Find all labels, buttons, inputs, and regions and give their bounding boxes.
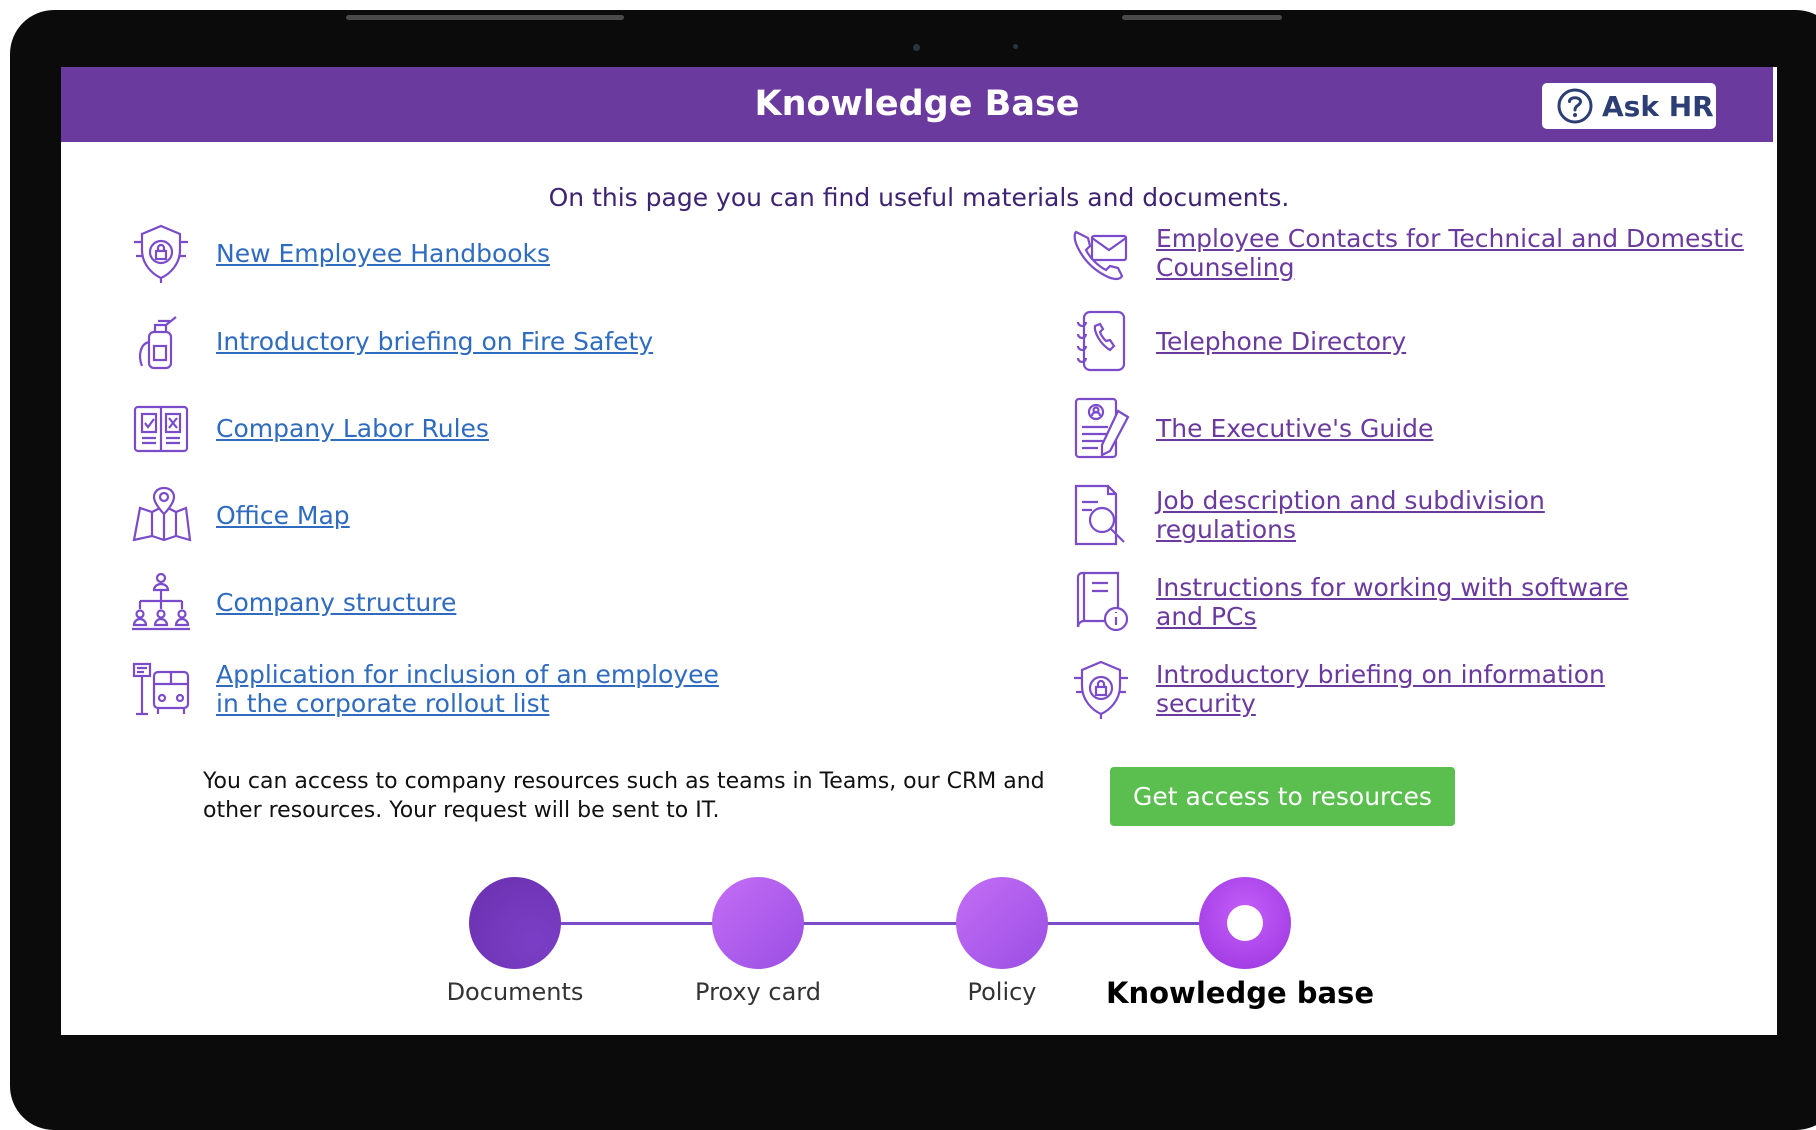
document-search-icon: [1067, 481, 1135, 549]
phone-mail-icon: [1067, 219, 1135, 287]
ask-hr-button[interactable]: Ask HR: [1542, 83, 1716, 129]
link-software-instructions-line1: Instructions for working with software: [1156, 573, 1629, 602]
link-software-instructions[interactable]: Instructions for working with software a…: [1156, 573, 1629, 631]
link-new-employee-handbooks[interactable]: New Employee Handbooks: [216, 239, 550, 268]
security-shield-icon: [1067, 655, 1135, 723]
link-item-job-description[interactable]: Job description and subdivision regulati…: [1067, 481, 1545, 549]
step-label-documents[interactable]: Documents: [405, 978, 625, 1006]
get-access-button[interactable]: Get access to resources: [1110, 767, 1455, 826]
step-knowledge-base-circle[interactable]: [1199, 877, 1291, 969]
link-info-security-line2: security: [1156, 689, 1256, 718]
link-rollout-line2: in the corporate rollout list: [216, 689, 550, 718]
link-info-security[interactable]: Introductory briefing on information sec…: [1156, 660, 1605, 718]
link-job-description-line1: Job description and subdivision: [1156, 486, 1545, 515]
shield-lock-icon: [127, 219, 195, 287]
link-item-employee-contacts[interactable]: Employee Contacts for Technical and Dome…: [1067, 219, 1744, 287]
camera-dot: [913, 44, 920, 51]
link-rollout-line1: Application for inclusion of an employee: [216, 660, 719, 689]
link-job-description-line2: regulations: [1156, 515, 1297, 544]
step-policy-circle[interactable]: [956, 877, 1048, 969]
link-item-handbooks[interactable]: New Employee Handbooks: [127, 219, 550, 287]
bus-icon: [127, 655, 195, 723]
link-item-rollout-list[interactable]: Application for inclusion of an employee…: [127, 655, 719, 723]
link-executive-guide[interactable]: The Executive's Guide: [1156, 414, 1433, 443]
rules-book-icon: [127, 394, 195, 462]
tablet-button-top-right: [1122, 15, 1282, 20]
step-label-policy[interactable]: Policy: [892, 978, 1112, 1006]
ask-hr-label: Ask HR: [1602, 89, 1714, 123]
map-pin-icon: [127, 481, 195, 549]
step-label-knowledge-base[interactable]: Knowledge base: [1090, 976, 1390, 1010]
org-chart-icon: [127, 568, 195, 636]
header-bar: Knowledge Base Ask HR: [61, 67, 1773, 142]
phone-book-icon: [1067, 307, 1135, 375]
link-item-executive-guide[interactable]: The Executive's Guide: [1067, 394, 1433, 462]
step-documents-circle[interactable]: [469, 877, 561, 969]
link-job-description[interactable]: Job description and subdivision regulati…: [1156, 486, 1545, 544]
link-company-labor-rules[interactable]: Company Labor Rules: [216, 414, 489, 443]
link-item-telephone-directory[interactable]: Telephone Directory: [1067, 307, 1406, 375]
sensor-dot: [1013, 44, 1018, 49]
link-fire-safety[interactable]: Introductory briefing on Fire Safety: [216, 327, 653, 356]
question-circle-icon: [1557, 88, 1593, 124]
active-step-indicator: [1227, 905, 1263, 941]
fire-extinguisher-icon: [127, 307, 195, 375]
link-item-software-instructions[interactable]: Instructions for working with software a…: [1067, 568, 1629, 636]
stepper-line: [516, 922, 1236, 925]
link-company-structure[interactable]: Company structure: [216, 588, 456, 617]
link-employee-contacts-line1: Employee Contacts for Technical and Dome…: [1156, 224, 1744, 253]
link-item-company-structure[interactable]: Company structure: [127, 568, 456, 636]
step-label-proxy-card[interactable]: Proxy card: [648, 978, 868, 1006]
app-screen: Knowledge Base Ask HR On this page you c…: [61, 67, 1777, 1035]
page-title: Knowledge Base: [754, 84, 1080, 124]
link-employee-contacts[interactable]: Employee Contacts for Technical and Dome…: [1156, 224, 1744, 282]
link-item-labor-rules[interactable]: Company Labor Rules: [127, 394, 489, 462]
link-item-info-security[interactable]: Introductory briefing on information sec…: [1067, 655, 1605, 723]
tablet-button-top-left: [346, 15, 624, 20]
link-item-office-map[interactable]: Office Map: [127, 481, 350, 549]
link-telephone-directory[interactable]: Telephone Directory: [1156, 327, 1406, 356]
link-item-fire-safety[interactable]: Introductory briefing on Fire Safety: [127, 307, 653, 375]
step-proxy-card-circle[interactable]: [712, 877, 804, 969]
link-info-security-line1: Introductory briefing on information: [1156, 660, 1605, 689]
document-pen-icon: [1067, 394, 1135, 462]
page-subtitle: On this page you can find useful materia…: [548, 183, 1290, 212]
link-rollout-application[interactable]: Application for inclusion of an employee…: [216, 660, 719, 718]
link-office-map[interactable]: Office Map: [216, 501, 350, 530]
link-software-instructions-line2: and PCs: [1156, 602, 1257, 631]
manual-info-icon: [1067, 568, 1135, 636]
link-employee-contacts-line2: Counseling: [1156, 253, 1295, 282]
access-info-text: You can access to company resources such…: [203, 769, 1045, 823]
